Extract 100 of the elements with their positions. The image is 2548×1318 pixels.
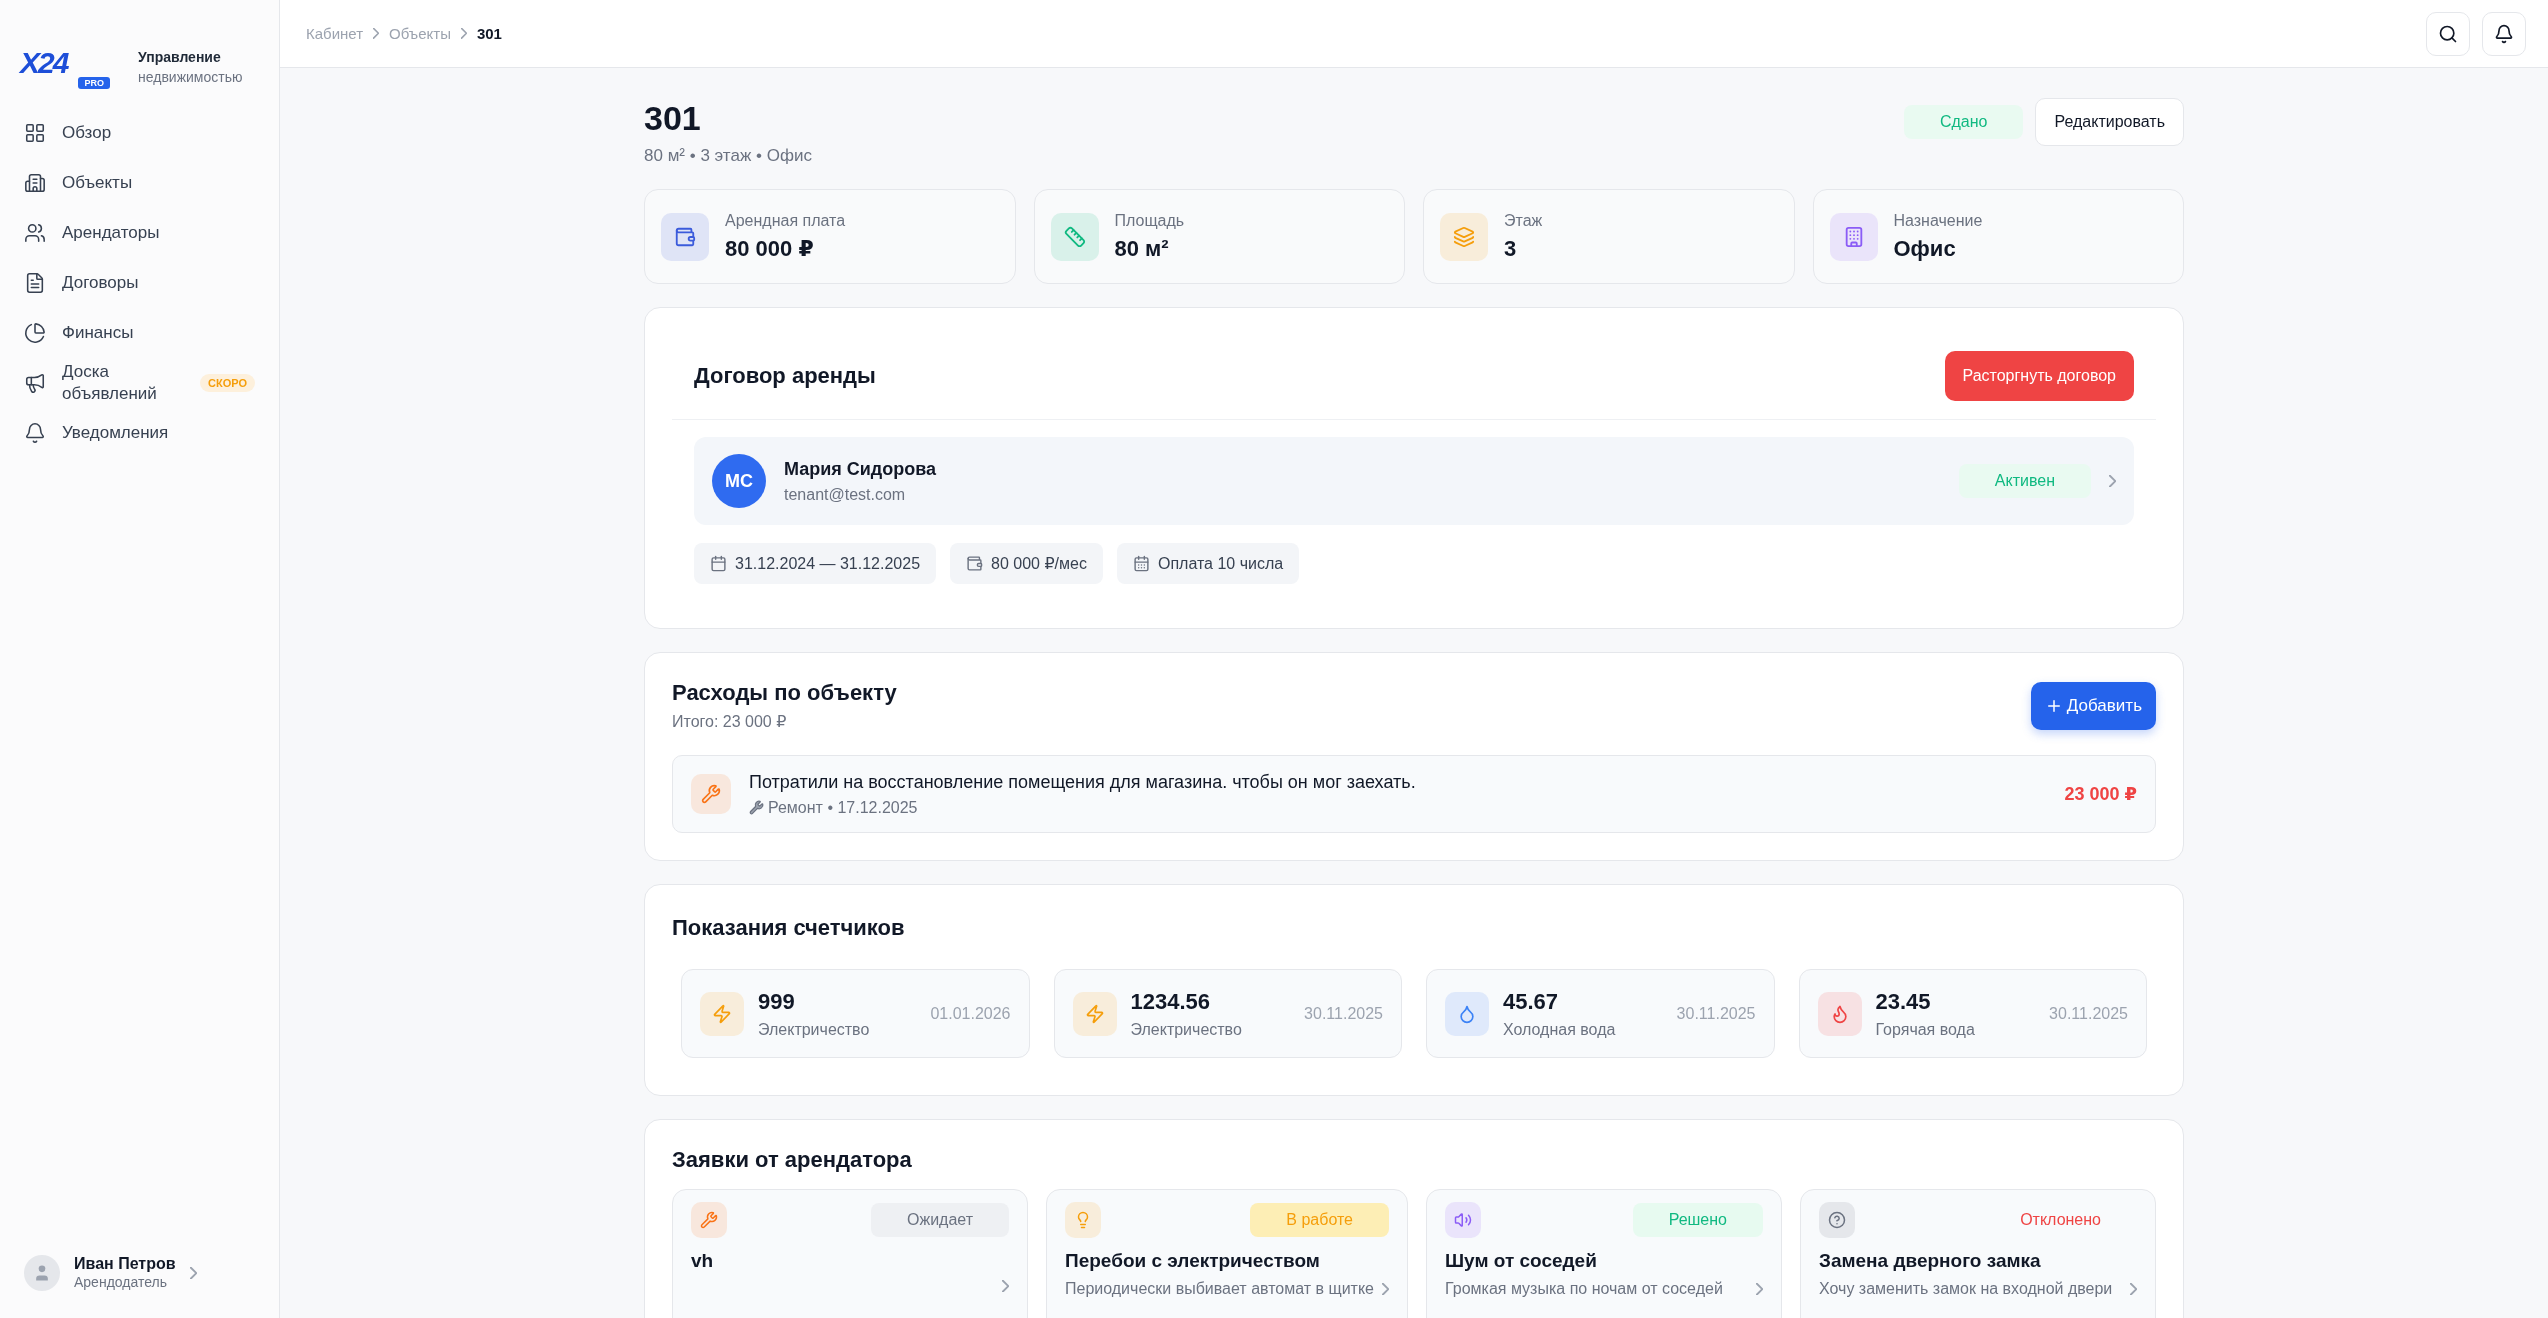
chip-text: Оплата 10 числа	[1157, 554, 1284, 573]
stat-value: 3	[1504, 235, 1518, 262]
wrench-icon	[691, 1202, 727, 1238]
card-title: Показания счетчиков	[672, 915, 906, 941]
request-card[interactable]: В работе Перебои с электричеством Периодически выбивает автомат в щитке	[1046, 1189, 1408, 1318]
request-card[interactable]: Решено Шум от соседей Громкая музыка по ночам от соседей	[1426, 1189, 1782, 1318]
stat-label: Назначение	[1893, 211, 1983, 230]
logo-badge: PRO	[78, 77, 110, 89]
request-description: Периодически выбивает автомат в щитке	[1065, 1280, 1374, 1298]
calendar-icon	[1132, 555, 1150, 572]
chevron-icon	[1002, 1280, 1009, 1293]
meter-label: Электричество	[1130, 1020, 1242, 1039]
nav-item[interactable]: Уведомления	[12, 410, 267, 456]
meter-value: 23.45	[1875, 988, 1932, 1015]
card-title: Договор аренды	[694, 363, 876, 389]
stat-label: Этаж	[1504, 211, 1543, 230]
brand-title: Управление	[138, 48, 222, 67]
add-button[interactable]: Добавить	[2030, 681, 2156, 730]
meter-value: 1234.56	[1130, 988, 1212, 1015]
request-description: Громкая музыка по ночам от соседей	[1445, 1280, 1723, 1298]
status-badge: В работе	[1250, 1203, 1389, 1237]
nav-label: Обзор	[62, 122, 113, 144]
request-title: Шум от соседей	[1445, 1250, 1598, 1272]
meter-date: 30.11.2025	[1676, 1004, 1756, 1023]
users-icon	[24, 222, 46, 244]
meter-date: 01.01.2026	[930, 1004, 1011, 1023]
chevron-icon	[460, 28, 467, 39]
stat-label: Площадь	[1114, 211, 1185, 230]
expense-amount: 23 000 ₽	[2064, 783, 2137, 805]
lightbulb-icon	[1065, 1202, 1101, 1238]
pie-chart-icon	[24, 322, 46, 344]
terminate-button[interactable]: Расторгнуть договор	[1944, 351, 2134, 401]
nav-item[interactable]: Финансы	[12, 310, 267, 356]
nav-label: Договоры	[62, 272, 140, 294]
card-title: Расходы по объекту	[672, 680, 897, 706]
status-label: Отклонено	[2019, 1210, 2102, 1230]
nav-item[interactable]: Доска объявлений СКОРО	[12, 360, 267, 406]
stat-value: 80 м²	[1114, 235, 1170, 262]
meter-date: 30.11.2025	[1304, 1004, 1383, 1023]
wrench-icon	[691, 774, 731, 814]
page-title: 301	[644, 98, 702, 138]
wrench-icon	[749, 800, 764, 815]
stat-value: Офис	[1893, 235, 1957, 262]
expense-title: Потратили на восстановление помещения для магазина. чтобы он мог заехать.	[749, 771, 1416, 793]
stat-value: 80 000 ₽	[725, 235, 815, 262]
chevron-icon	[2109, 474, 2116, 488]
edit-button[interactable]: Редактировать	[2035, 98, 2184, 146]
droplet-icon	[1445, 991, 1489, 1036]
brand-subtitle: недвижимостью	[138, 68, 243, 87]
lightning-icon	[700, 991, 744, 1036]
meter-label: Электричество	[758, 1020, 870, 1039]
chevron-icon	[1382, 1282, 1389, 1296]
calendar-icon	[710, 555, 727, 572]
status-badge: Ожидает	[871, 1203, 1009, 1237]
bell-icon	[24, 422, 46, 444]
grid-icon	[24, 122, 46, 144]
meter-date: 30.11.2025	[2049, 1004, 2128, 1023]
search-button[interactable]	[2426, 11, 2470, 56]
notifications-button[interactable]	[2482, 11, 2526, 56]
logo: X24	[20, 46, 68, 79]
status-badge: Активен	[1958, 464, 2091, 498]
request-title: Замена дверного замка	[1819, 1250, 2042, 1272]
meter-value: 999	[758, 988, 796, 1015]
tenant-row[interactable]: МС Мария Сидорова tenant@test.com Активен	[694, 437, 2134, 525]
user-name: Иван Петров	[74, 1254, 176, 1273]
tenant-name: Мария Сидорова	[784, 458, 937, 480]
nav-item[interactable]: Объекты	[12, 160, 267, 206]
status-badge: Сдано	[1903, 105, 2024, 139]
tenant-avatar: МС	[712, 454, 766, 508]
meter-label: Холодная вода	[1503, 1020, 1616, 1039]
status-badge: Решено	[1632, 1203, 1763, 1237]
request-card[interactable]: Отклонено Замена дверного замка Хочу заменить замок на входной двери	[1800, 1189, 2156, 1318]
request-card[interactable]: Ожидает vh	[672, 1189, 1028, 1318]
chevron-icon	[2130, 1282, 2137, 1296]
lightning-icon	[1072, 991, 1117, 1036]
chevron-icon	[1756, 1282, 1763, 1296]
wallet-icon	[966, 555, 984, 572]
nav-label: Арендаторы	[62, 222, 161, 244]
breadcrumb[interactable]: 301	[476, 25, 502, 42]
speaker-icon	[1445, 1202, 1481, 1238]
request-title: vh	[691, 1250, 715, 1272]
expense-meta: Ремонт • 17.12.2025	[768, 798, 918, 817]
nav-item[interactable]: Договоры	[12, 260, 267, 306]
question-icon	[1819, 1202, 1855, 1238]
tenant-email: tenant@test.com	[784, 485, 907, 504]
nav-item[interactable]: Арендаторы	[12, 210, 267, 256]
nav-label: Доска объявлений	[62, 361, 158, 405]
flame-icon	[1817, 991, 1862, 1036]
stat-label: Арендная плата	[725, 211, 846, 230]
nav-label: Уведомления	[62, 422, 170, 444]
page-subtitle: 80 м² • 3 этаж • Офис	[644, 146, 812, 166]
expense-item[interactable]: Потратили на восстановление помещения для магазина. чтобы он мог заехать. Ремонт • 17.12.2025 23 000 ₽	[672, 755, 2156, 833]
document-icon	[24, 272, 46, 294]
building-icon	[24, 172, 46, 194]
chevron-icon	[373, 28, 380, 39]
chip-text: 31.12.2024 — 31.12.2025	[735, 554, 921, 573]
nav-label: Объекты	[62, 172, 134, 194]
bell-icon	[2494, 23, 2514, 44]
nav-item[interactable]: Обзор	[12, 110, 267, 156]
request-title: Перебои с электричеством	[1065, 1250, 1321, 1272]
